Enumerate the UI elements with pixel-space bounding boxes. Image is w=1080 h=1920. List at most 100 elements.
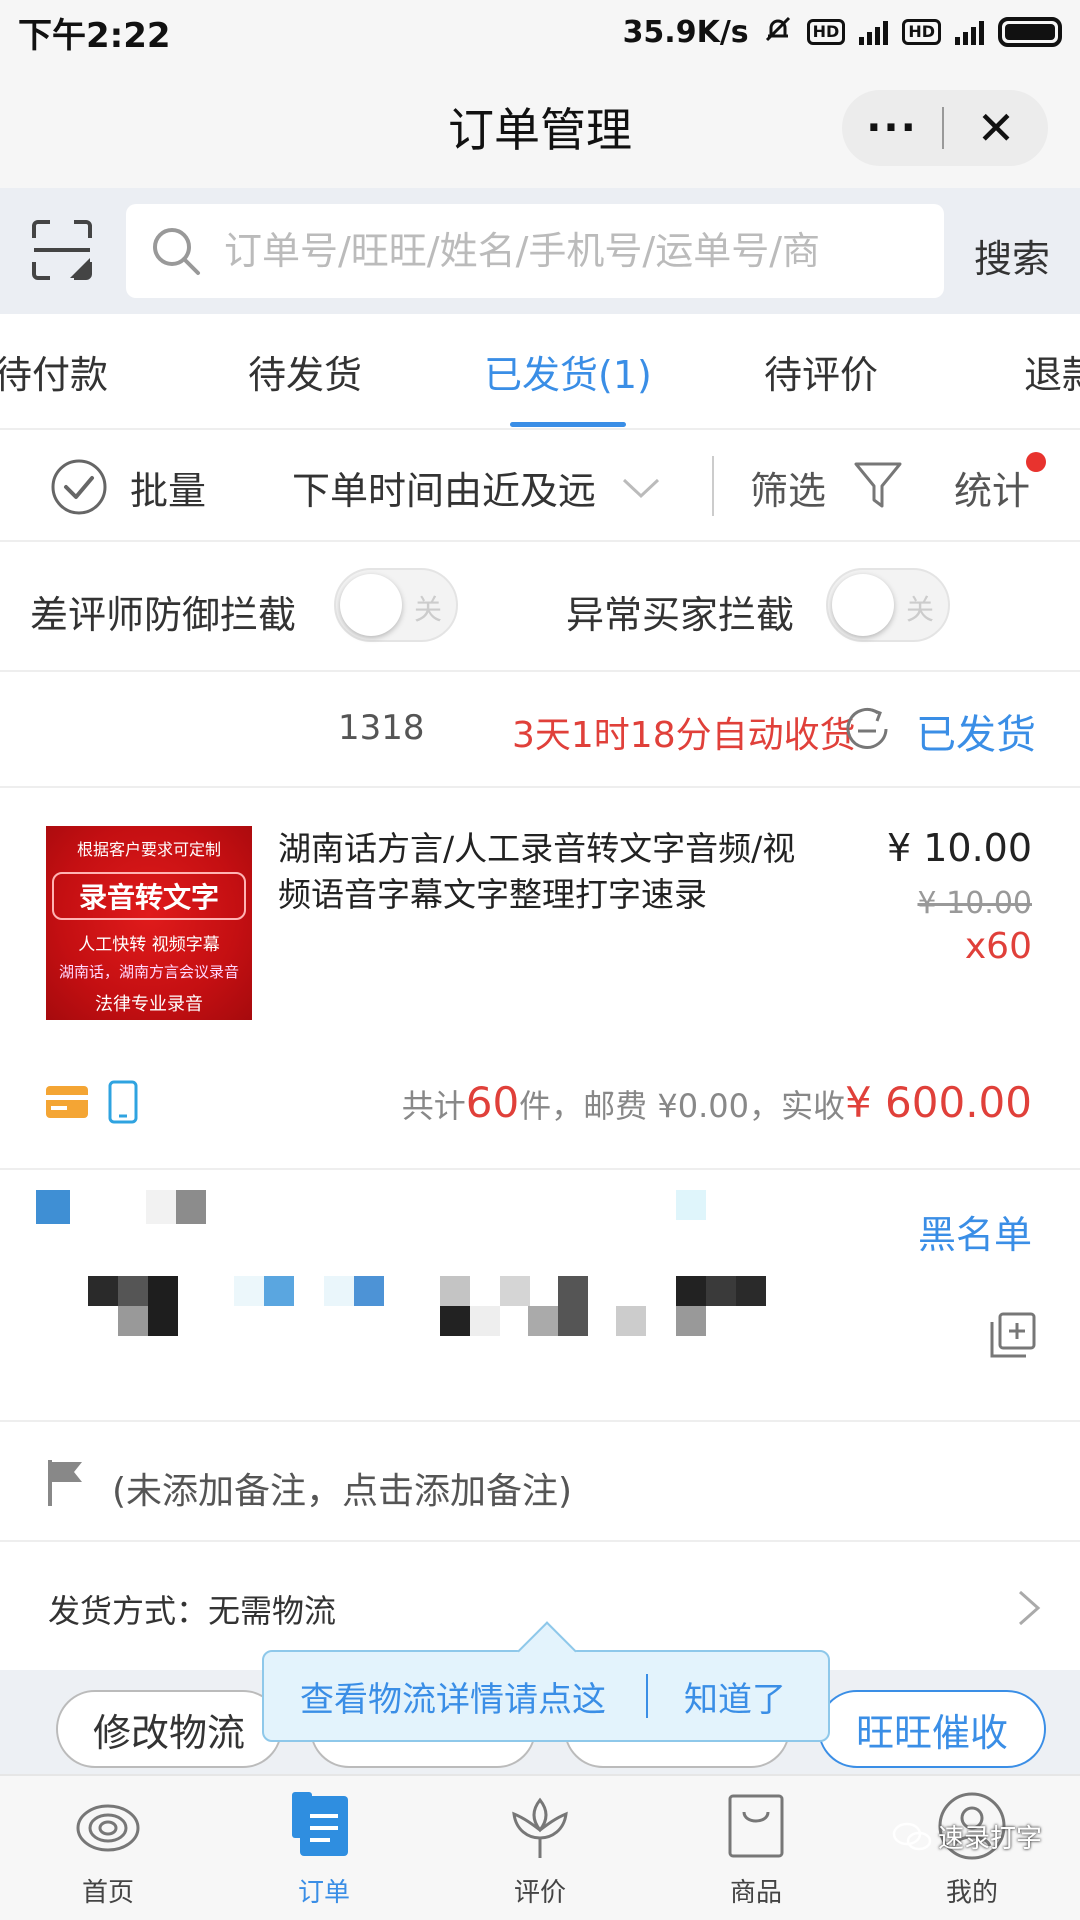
redacted-block bbox=[736, 1276, 766, 1306]
product-price: ¥ 10.00 bbox=[886, 826, 1032, 870]
thumb-line-2: 录音转文字 bbox=[52, 872, 246, 920]
tab-pending-shipment[interactable]: 待发货 bbox=[248, 344, 362, 399]
original-price: ¥ 10.00 bbox=[917, 886, 1032, 921]
search-input[interactable] bbox=[224, 229, 924, 273]
redacted-block bbox=[36, 1190, 70, 1224]
search-row: 搜索 bbox=[0, 188, 1080, 314]
bell-muted-icon bbox=[763, 14, 793, 51]
card-icon bbox=[46, 1086, 88, 1118]
order-icon bbox=[292, 1792, 348, 1856]
remark-text[interactable]: (未添加备注，点击添加备注) bbox=[112, 1462, 572, 1514]
sort-dropdown[interactable]: 下单时间由近及远 bbox=[292, 460, 596, 515]
logistics-tooltip: 查看物流详情请点这 知道了 bbox=[262, 1650, 830, 1742]
battery-icon bbox=[998, 17, 1062, 47]
search-box[interactable] bbox=[126, 204, 944, 298]
redacted-block bbox=[676, 1276, 706, 1306]
redacted-block bbox=[616, 1306, 646, 1336]
redacted-block bbox=[264, 1276, 294, 1306]
tab-refund[interactable]: 退款 bbox=[1024, 344, 1080, 399]
thumb-line-3: 人工快转 视频字幕 bbox=[78, 935, 220, 955]
redacted-block bbox=[354, 1276, 384, 1306]
order-header: 1318 3天1时18分自动收货 已发货 bbox=[0, 672, 1080, 788]
hd-icon: HD bbox=[806, 19, 846, 45]
nav-goods[interactable]: 商品 bbox=[648, 1776, 864, 1920]
copy-icon[interactable] bbox=[990, 1312, 1036, 1358]
thumb-line-5: 法律专业录音 bbox=[95, 994, 203, 1015]
redacted-block bbox=[676, 1190, 706, 1220]
chevron-right-icon bbox=[1019, 1590, 1041, 1626]
redacted-block bbox=[118, 1276, 148, 1306]
tab-shipped[interactable]: 已发货(1) bbox=[484, 344, 652, 399]
header: 订单管理 ··· ✕ bbox=[0, 64, 1080, 188]
product-item[interactable]: 根据客户要求可定制 录音转文字 人工快转 视频字幕 湖南话，湖南方言会议录音 法… bbox=[0, 790, 1080, 1022]
bad-review-defense-switch[interactable]: 关 bbox=[334, 568, 458, 642]
order-id: 1318 bbox=[338, 708, 425, 748]
intercept-toggles: 差评师防御拦截 关 异常买家拦截 关 bbox=[0, 544, 1080, 672]
tab-pending-review[interactable]: 待评价 bbox=[764, 344, 878, 399]
mini-program-capsule: ··· ✕ bbox=[842, 90, 1048, 166]
close-button[interactable]: ✕ bbox=[944, 101, 1048, 155]
product-thumbnail[interactable]: 根据客户要求可定制 录音转文字 人工快转 视频字幕 湖南话，湖南方言会议录音 法… bbox=[46, 826, 252, 1022]
nav-label: 订单 bbox=[297, 1878, 350, 1908]
wangwang-remind-button[interactable]: 旺旺催收 bbox=[818, 1690, 1046, 1768]
nav-label: 商品 bbox=[729, 1878, 782, 1908]
status-bar: 下午2:22 35.9K/s HD HD bbox=[0, 0, 1080, 64]
review-icon bbox=[512, 1797, 568, 1858]
product-quantity: x60 bbox=[964, 926, 1032, 967]
more-button[interactable]: ··· bbox=[842, 105, 942, 151]
signal-icon bbox=[859, 19, 889, 45]
nav-home[interactable]: 首页 bbox=[0, 1776, 216, 1920]
chevron-down-icon bbox=[622, 478, 660, 499]
tooltip-dismiss-button[interactable]: 知道了 bbox=[684, 1672, 786, 1721]
home-icon bbox=[76, 1804, 140, 1852]
switch-state: 关 bbox=[413, 593, 442, 626]
stats-button[interactable]: 统计 bbox=[954, 460, 1030, 515]
batch-check-icon[interactable] bbox=[50, 458, 108, 516]
nav-orders[interactable]: 订单 bbox=[216, 1776, 432, 1920]
funnel-icon[interactable] bbox=[852, 458, 904, 512]
mobile-order-icon bbox=[108, 1080, 138, 1124]
abnormal-buyer-switch[interactable]: 关 bbox=[826, 568, 950, 642]
active-tab-indicator bbox=[510, 422, 626, 427]
remark-row[interactable]: (未添加备注，点击添加备注) bbox=[0, 1424, 1080, 1542]
redacted-block bbox=[706, 1276, 736, 1306]
tab-pending-payment[interactable]: 待付款 bbox=[0, 344, 108, 399]
redacted-block bbox=[324, 1276, 354, 1306]
redacted-block bbox=[500, 1276, 530, 1306]
modify-logistics-button[interactable]: 修改物流 bbox=[56, 1690, 282, 1768]
order-total: 共计60件，邮费 ¥0.00，实收¥ 600.00 bbox=[402, 1078, 1032, 1127]
total-amount: ¥ 600.00 bbox=[844, 1078, 1032, 1127]
redacted-block bbox=[440, 1306, 470, 1336]
blacklist-button[interactable]: 黑名单 bbox=[918, 1204, 1032, 1259]
nav-label: 我的 bbox=[945, 1878, 998, 1908]
redacted-block bbox=[676, 1306, 706, 1336]
hd-icon-2: HD bbox=[902, 19, 941, 45]
switch-state: 关 bbox=[905, 593, 934, 626]
search-button[interactable]: 搜索 bbox=[974, 228, 1050, 283]
wechat-icon bbox=[892, 1822, 932, 1850]
product-title[interactable]: 湖南话方言/人工录音转文字音频/视频语音字幕文字整理打字速录 bbox=[278, 826, 808, 918]
redacted-block bbox=[118, 1306, 148, 1336]
redacted-block bbox=[440, 1276, 470, 1306]
nav-label: 评价 bbox=[513, 1878, 566, 1908]
switch-knob bbox=[832, 574, 894, 636]
status-time: 下午2:22 bbox=[18, 15, 171, 56]
search-icon bbox=[153, 228, 200, 275]
batch-button[interactable]: 批量 bbox=[130, 460, 206, 515]
total-count: 60 bbox=[465, 1078, 520, 1127]
redacted-block bbox=[176, 1190, 206, 1224]
switch-knob bbox=[340, 574, 402, 636]
status-indicators: 35.9K/s HD HD bbox=[623, 14, 1062, 51]
order-status-tabs: 待付款 待发货 已发货(1) 待评价 退款 bbox=[0, 314, 1080, 430]
redacted-block bbox=[558, 1276, 588, 1336]
extend-time-icon[interactable] bbox=[842, 704, 892, 754]
scan-icon[interactable] bbox=[30, 218, 94, 282]
tooltip-text[interactable]: 查看物流详情请点这 bbox=[300, 1672, 606, 1721]
filter-button[interactable]: 筛选 bbox=[750, 460, 826, 515]
filter-divider bbox=[712, 456, 714, 516]
nav-reviews[interactable]: 评价 bbox=[432, 1776, 648, 1920]
redacted-block bbox=[148, 1276, 178, 1336]
flag-icon bbox=[48, 1460, 82, 1506]
auto-receive-countdown: 3天1时18分自动收货 bbox=[512, 715, 856, 756]
delivery-method: 发货方式：无需物流 bbox=[48, 1592, 337, 1630]
